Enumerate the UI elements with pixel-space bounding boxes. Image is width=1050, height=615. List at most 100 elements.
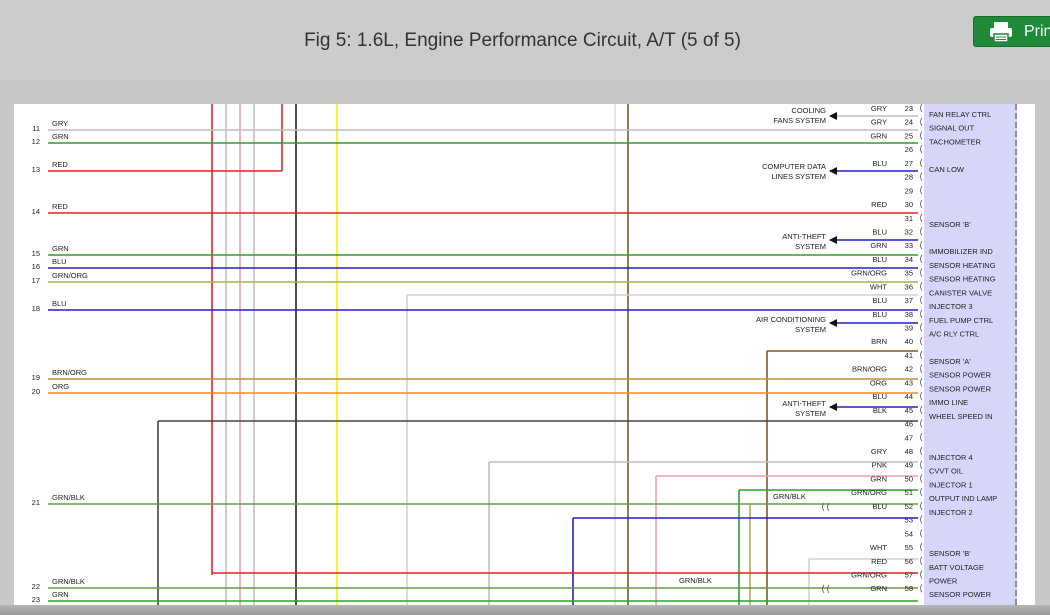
pin-number: 27 [905,159,913,168]
mid-wire-label: GRN/BLK [679,576,712,585]
pin-wire-label: GRN [870,241,887,250]
pin-function-label: SENSOR 'B' [929,549,971,558]
pin-wire-label: BLK [873,406,887,415]
pin-number: 36 [905,282,913,291]
pin-function-label: WHEEL SPEED IN [929,412,993,421]
pin-number: 45 [905,406,913,415]
pin-wire-label: BLU [872,255,887,264]
pin-contact-icon [920,227,923,236]
printer-icon [990,22,1012,43]
pin-function-label: A/C RLY CTRL [929,330,979,339]
pin-contact-icon [920,460,923,469]
pin-contact-icon [920,378,923,387]
pin-wire-label: GRN [870,474,887,483]
pin-wire-label: BLU [872,310,887,319]
pin-wire-label: GRY [871,447,887,456]
pin-function-label: SENSOR POWER [929,384,992,393]
pin-number: 43 [905,378,913,387]
pin-wire-label: ORG [870,378,887,387]
pin-number: 57 [905,570,913,579]
pin-number: 56 [905,557,913,566]
pin-wire-label: BLU [872,502,887,511]
pin-number: 50 [905,474,913,483]
pin-number: 52 [905,502,913,511]
pin-contact-icon [920,144,923,154]
pin-contact-icon [920,309,923,319]
pin-wire-label: GRN/ORG [851,269,887,278]
bottom-scrollbar[interactable] [0,605,1050,615]
pin-wire-label: WHT [870,543,887,552]
pin-wire-label: GRY [871,118,887,127]
system-label: ANTI-THEFT [782,232,826,241]
pin-function-label: SENSOR HEATING [929,261,996,270]
pin-function-label: CAN LOW [929,165,965,174]
pin-contact-icon [920,186,923,195]
page-title: Fig 5: 1.6L, Engine Performance Circuit,… [304,30,741,51]
arrow-icon [829,236,837,244]
pin-function-label: FUEL PUMP CTRL [929,316,993,325]
pin-number: 55 [905,543,913,552]
wiring-diagram-canvas: 11 GRY 12 GRN 13 RED 14 RED 15 GRN 16 BLU 17 GRN/ORG 1… [32,104,1017,605]
left-row-number: 14 [32,207,40,216]
pin-number: 38 [905,310,913,319]
pin-contact-icon [920,529,923,538]
system-label: FANS SYSTEM [773,116,826,125]
pin-number: 23 [905,104,913,113]
pin-wire-label: GRN/ORG [851,488,887,497]
pin-function-label: SENSOR 'B' [929,220,971,229]
pin-wire-label: GRN [870,584,887,593]
pin-wire-label: RED [871,200,887,209]
pin-contact-icon [920,556,923,565]
pin-function-label: SENSOR POWER [929,590,992,599]
mid-wire-label: GRN/BLK [773,492,806,501]
arrow-icon [829,167,837,175]
left-row-number: 11 [32,124,40,133]
pin-contact-icon [920,104,923,113]
header-bar: Fig 5: 1.6L, Engine Performance Circuit,… [0,0,1050,81]
pin-number: 39 [905,324,913,333]
pin-contact-icon [920,158,923,168]
pin-function-label: IMMO LINE [929,398,968,407]
pin-wire-label: GRN [870,131,887,140]
pin-number: 30 [905,200,913,209]
pin-contact-icon [920,295,923,305]
pin-contact-icon [920,570,923,579]
pin-contact-icon [920,501,923,511]
system-label: SYSTEM [795,409,826,418]
pin-function-label: FAN RELAY CTRL [929,110,991,119]
wiring-diagram[interactable]: 11 GRY 12 GRN 13 RED 14 RED 15 GRN 16 BLU 17 GRN/ORG 1… [14,104,1035,605]
pin-number: 54 [905,529,913,538]
pin-number: 35 [905,269,913,278]
pin-wire-label: WHT [870,282,887,291]
pin-number: 47 [905,433,913,442]
pin-number: 44 [905,392,913,401]
print-button[interactable]: Print [973,16,1050,47]
left-row-number: 12 [32,137,40,146]
pin-function-label: CANISTER VALVE [929,288,992,297]
pin-number: 25 [905,131,913,140]
pin-wire-label: BLU [872,227,887,236]
pin-contact-icon [920,254,923,264]
arrow-icon [829,319,837,327]
pin-function-label: INJECTOR 2 [929,508,973,517]
pin-wire-label: GRY [871,104,887,113]
pin-contact-icon [920,433,923,442]
left-row-label: GRY [52,119,68,128]
pin-number: 53 [905,516,913,525]
left-row-number: 19 [32,373,40,382]
pin-function-label: OUTPUT IND LAMP [929,494,997,503]
left-row-label: GRN [52,590,69,599]
pin-contact-icon [920,542,923,552]
pin-number: 28 [905,173,913,182]
left-row-number: 22 [32,582,40,591]
pin-number: 40 [905,337,913,346]
arrow-icon [829,112,837,120]
left-row-label: GRN/ORG [52,271,88,280]
pin-number: 24 [905,118,913,127]
pin-wire-label: BLU [872,296,887,305]
left-row-label: RED [52,202,68,211]
pin-contact-icon [920,213,923,222]
pin-contact-icon [920,405,923,415]
pin-function-label: CVVT OIL [929,467,963,476]
pin-number: 51 [905,488,913,497]
